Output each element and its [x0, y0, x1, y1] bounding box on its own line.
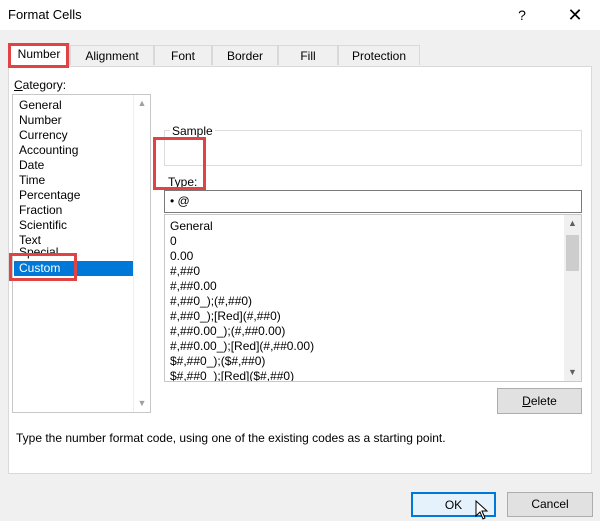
category-item-fraction[interactable]: Fraction — [19, 203, 62, 218]
mouse-pointer-icon — [475, 500, 489, 520]
sample-group — [164, 130, 582, 166]
title-bar: Format Cells ? ✕ — [0, 0, 600, 30]
type-label: Type: — [168, 175, 198, 189]
format-code-list[interactable]: General 0 0.00 #,##0 #,##0.00 #,##0_);(#… — [164, 214, 582, 382]
scroll-up-icon[interactable]: ▲ — [134, 95, 150, 112]
delete-button[interactable]: Delete — [497, 388, 582, 414]
category-label: Category: — [14, 78, 67, 92]
category-list[interactable]: General Number Currency Accounting Date … — [12, 94, 151, 413]
tab-number[interactable]: Number — [8, 43, 70, 67]
format-code-item[interactable]: 0 — [170, 234, 177, 249]
format-code-item[interactable]: #,##0_);(#,##0) — [170, 294, 252, 309]
format-list-scrollbar[interactable]: ▲ ▼ — [564, 215, 581, 381]
format-code-item[interactable]: #,##0.00_);(#,##0.00) — [170, 324, 285, 339]
tab-protection[interactable]: Protection — [338, 45, 420, 65]
dialog-title: Format Cells — [8, 7, 82, 22]
category-item-general[interactable]: General — [19, 98, 62, 113]
format-code-item[interactable]: #,##0.00 — [170, 279, 217, 294]
format-code-item[interactable]: #,##0_);[Red](#,##0) — [170, 309, 281, 324]
category-item-accounting[interactable]: Accounting — [19, 143, 78, 158]
tab-border[interactable]: Border — [212, 45, 278, 65]
tab-alignment[interactable]: Alignment — [70, 45, 154, 65]
format-code-item[interactable]: #,##0 — [170, 264, 200, 279]
category-label-text: ategory: — [22, 78, 67, 92]
format-code-item[interactable]: General — [170, 219, 213, 234]
scroll-down-icon[interactable]: ▼ — [134, 395, 150, 412]
category-item-percentage[interactable]: Percentage — [19, 188, 80, 203]
close-button[interactable]: ✕ — [558, 3, 592, 27]
category-item-special[interactable]: Special — [19, 245, 58, 260]
category-item-time[interactable]: Time — [19, 173, 45, 188]
hint-text: Type the number format code, using one o… — [16, 431, 446, 445]
format-code-item[interactable]: $#,##0_);($#,##0) — [170, 354, 265, 369]
format-code-item[interactable]: #,##0.00_);[Red](#,##0.00) — [170, 339, 314, 354]
sample-label: Sample — [170, 124, 215, 138]
category-item-custom[interactable]: Custom — [14, 261, 133, 276]
type-input[interactable]: • @ — [164, 190, 582, 213]
tab-font[interactable]: Font — [154, 45, 212, 65]
category-item-scientific[interactable]: Scientific — [19, 218, 67, 233]
format-code-item[interactable]: 0.00 — [170, 249, 193, 264]
help-button[interactable]: ? — [508, 3, 536, 27]
category-item-currency[interactable]: Currency — [19, 128, 68, 143]
scroll-thumb[interactable] — [566, 235, 579, 271]
dialog-body: Number Alignment Font Border Fill Protec… — [0, 30, 600, 521]
category-item-date[interactable]: Date — [19, 158, 44, 173]
scroll-down-icon[interactable]: ▼ — [564, 364, 581, 381]
category-scrollbar[interactable]: ▲ ▼ — [133, 95, 150, 412]
cancel-button[interactable]: Cancel — [507, 492, 593, 517]
scroll-up-icon[interactable]: ▲ — [564, 215, 581, 232]
format-code-item[interactable]: $#,##0_);[Red]($#,##0) — [170, 369, 294, 381]
category-item-number[interactable]: Number — [19, 113, 62, 128]
tab-fill[interactable]: Fill — [278, 45, 338, 65]
